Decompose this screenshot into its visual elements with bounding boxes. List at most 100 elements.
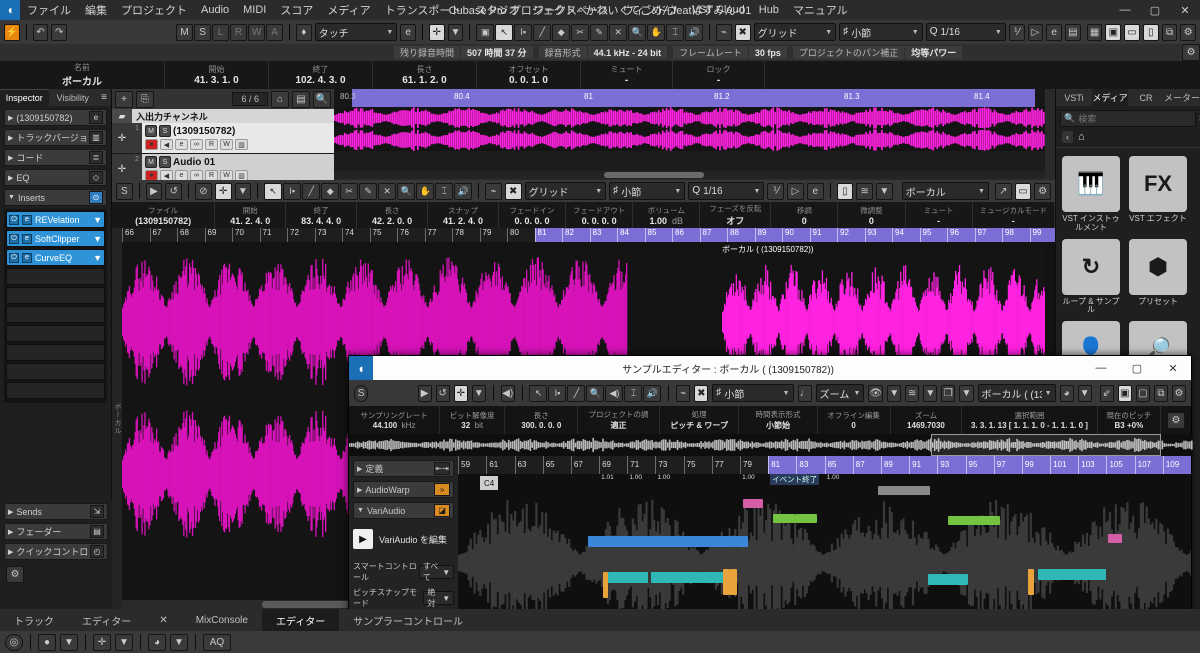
sample-eye-icon[interactable]: 👁 <box>868 384 884 402</box>
editor-autoscroll-icon[interactable]: ⌁ <box>485 182 502 200</box>
insert-bypass-icon[interactable]: ⏻ <box>9 252 19 263</box>
editor-select-tool[interactable]: ✛ <box>214 182 232 200</box>
variaudio-edit-row[interactable]: ▶ VariAudio を編集 <box>353 529 454 549</box>
variaudio-segment-6[interactable] <box>608 572 649 583</box>
variaudio-segment-12[interactable] <box>928 574 969 585</box>
sample-info-cell-8[interactable]: 選択範囲 3. 3. 1. 13 [ 1. 1. 1. 0 - 1. 1. 1. … <box>962 406 1098 434</box>
sample-play-tool[interactable]: ⌶ <box>624 384 643 402</box>
track-button-5[interactable]: W <box>220 139 233 150</box>
sample-zoom-select[interactable]: ズーム ▼ <box>815 384 865 402</box>
editor-draw-tool[interactable]: ✎ <box>359 182 378 200</box>
sample-autoscroll-icon[interactable]: ⌁ <box>676 384 691 402</box>
inspector-section-2[interactable]: ▶ コード ≣ <box>4 149 107 166</box>
pitch-snap-select[interactable]: 絶対 ▼ <box>423 588 455 608</box>
sample-info-cell-1[interactable]: ビット解像度 32 bit <box>440 406 506 434</box>
variaudio-segment-3[interactable] <box>773 514 796 523</box>
sample-editor-ruler[interactable]: 59 61 63 65 67 69 71 73 75 77 79 81 83 85 87 89 91 93 95 97… <box>458 456 1191 474</box>
insert-slot-2[interactable]: ⏻ e CurveEQ ▼ <box>6 249 105 266</box>
sample-overview-strip[interactable] <box>349 434 1193 456</box>
disclosure-arrow-icon[interactable]: ▼ <box>357 507 364 514</box>
sample-audition-tool[interactable]: ◀) <box>500 384 515 402</box>
chevron-down-icon[interactable]: ▼ <box>93 215 102 225</box>
editor-hand-tool[interactable]: ✋ <box>416 182 435 200</box>
varia-section-2[interactable]: ▼ VariAudio ◪ <box>353 502 455 519</box>
disclosure-arrow-icon[interactable]: ▶ <box>8 154 13 162</box>
redo-button[interactable]: ↷ <box>51 23 68 41</box>
inspector-bottom-icon[interactable]: ▤ <box>90 525 104 538</box>
menu-item-3[interactable]: Audio <box>194 0 236 20</box>
sample-editor-close[interactable]: ✕ <box>1155 356 1191 380</box>
add-track-button[interactable]: + <box>115 90 133 108</box>
inspector-section-1[interactable]: ▶トラックバージョン▥ <box>4 129 107 146</box>
inspector-section-icon[interactable]: ≣ <box>89 151 103 164</box>
track-name[interactable]: (1309150782) <box>173 126 235 137</box>
sample-select-tool[interactable]: ✛ <box>453 384 468 402</box>
channel-button-w[interactable]: W <box>248 23 266 41</box>
editor-info-cell-5[interactable]: フェードイン 0. 0. 0. 0 <box>499 202 567 228</box>
variaudio-segment-5[interactable] <box>878 486 931 495</box>
track-search-icon[interactable]: 🔍 <box>313 90 331 108</box>
editor-quantize-edit-icon[interactable]: e <box>806 182 824 200</box>
right-tab-CR[interactable]: CR <box>1128 89 1164 106</box>
inspector-bottom-0[interactable]: ▶ Sends ⇲ <box>4 503 108 520</box>
menu-item-4[interactable]: MIDI <box>236 0 273 20</box>
lower-zone-tab-0[interactable]: トラック <box>0 609 68 631</box>
sample-info-cell-6[interactable]: オフライン編集 0 <box>818 406 891 434</box>
inspector-section-0[interactable]: ▶ (1309150782) e <box>4 109 107 126</box>
track-button-3[interactable]: ∞ <box>190 139 203 150</box>
disclosure-arrow-icon[interactable]: ▶ <box>8 548 13 556</box>
editor-snap-select[interactable]: グリッド ▼ <box>524 182 607 200</box>
editor-ruler[interactable]: 66 67 68 69 70 71 72 73 74 75 76 77 78 79 80 81 82 83 84 85… <box>122 228 1057 242</box>
editor-link-tool[interactable]: ⊘ <box>195 182 212 200</box>
track-mute-button[interactable]: M <box>145 125 157 137</box>
sample-eye-dropdown[interactable]: ▼ <box>887 384 902 402</box>
window-layout-button[interactable]: ⧉ <box>1161 23 1178 41</box>
editor-info-cell-2[interactable]: 終了 83. 4. 4. 0 <box>286 202 358 228</box>
info-cell-0[interactable]: 名前 ボーカル <box>0 61 165 89</box>
sample-editor-window[interactable]: ◖ サンプルエディター : ボーカル ( (1309150782)) — ▢ ✕… <box>348 355 1193 653</box>
insert-slot-1[interactable]: ⏻ e SoftClipper ▼ <box>6 230 105 247</box>
constrain-delay-button[interactable]: ⚡ <box>4 23 20 41</box>
disclosure-arrow-icon[interactable]: ▶ <box>8 508 13 516</box>
chevron-down-icon[interactable]: ▼ <box>93 253 102 263</box>
back-icon[interactable]: ‹ <box>1062 131 1073 143</box>
sample-show-right-zone[interactable]: ▢ <box>1135 384 1150 402</box>
varia-section-icon[interactable]: ⇤⇥ <box>434 462 451 475</box>
track-row-0[interactable]: ✛ 1 M S (1309150782) ● ◀ e ∞ R W ▥ <box>112 123 334 154</box>
disclosure-arrow-icon[interactable]: ▶ <box>8 114 13 122</box>
variaudio-segment-13[interactable] <box>1038 569 1107 580</box>
quantize-settings-icon[interactable]: ⅟ <box>1008 23 1025 41</box>
menu-item-6[interactable]: メディア <box>320 0 377 20</box>
varia-section-icon[interactable]: ◪ <box>434 504 451 517</box>
inspector-section-icon[interactable]: ▥ <box>89 131 103 144</box>
object-selection-tool[interactable]: ✛ <box>428 23 445 41</box>
inspector-settings-gear-icon[interactable]: ⚙ <box>6 566 24 583</box>
sample-copy-dropdown[interactable]: ▼ <box>959 384 974 402</box>
editor-info-cell-11[interactable]: ミュート - <box>906 202 973 228</box>
variaudio-segment-15[interactable] <box>1108 534 1123 543</box>
sample-copy-icon[interactable]: ❐ <box>941 384 956 402</box>
disclosure-arrow-icon[interactable]: ▶ <box>357 465 362 473</box>
color-mode-icon[interactable]: ◕ <box>148 633 166 651</box>
variaudio-segment-7[interactable] <box>651 572 727 583</box>
editor-info-cell-10[interactable]: 微調整 0 <box>838 202 906 228</box>
inspector-bottom-2[interactable]: ▶クイックコントロール◴ <box>4 543 108 560</box>
media-item-2[interactable]: ↻ ループ & サンプル <box>1062 238 1120 316</box>
zoom-tool[interactable]: ✎ <box>590 23 609 41</box>
editor-split-tool[interactable]: I▪ <box>283 182 302 200</box>
editor-layer-icon[interactable]: ≋ <box>856 182 874 200</box>
automation-read-icon[interactable]: ♦ <box>295 23 312 41</box>
sample-snap-button[interactable]: ✖ <box>694 384 709 402</box>
project-hscrollbar[interactable] <box>334 171 1045 179</box>
sample-show-left-zone[interactable]: ▣ <box>1117 384 1132 402</box>
editor-tool-dropdown[interactable]: ▼ <box>234 182 252 200</box>
inspector-bottom-icon[interactable]: ◴ <box>90 545 104 558</box>
lower-zone-tab-4[interactable]: サンプラーコントロール <box>339 609 477 631</box>
editor-mute-tool[interactable]: ✕ <box>378 182 397 200</box>
sample-editor-maximize[interactable]: ▢ <box>1119 356 1155 380</box>
info-cell-4[interactable]: オフセット 0. 0. 1. 0 <box>477 61 581 89</box>
menu-item-9[interactable]: ワークスペース <box>526 0 615 20</box>
sample-color-icon[interactable]: ◕ <box>1059 384 1074 402</box>
sample-tool-6[interactable]: 🔊 <box>643 384 662 402</box>
close-button[interactable]: ✕ <box>1170 0 1200 20</box>
